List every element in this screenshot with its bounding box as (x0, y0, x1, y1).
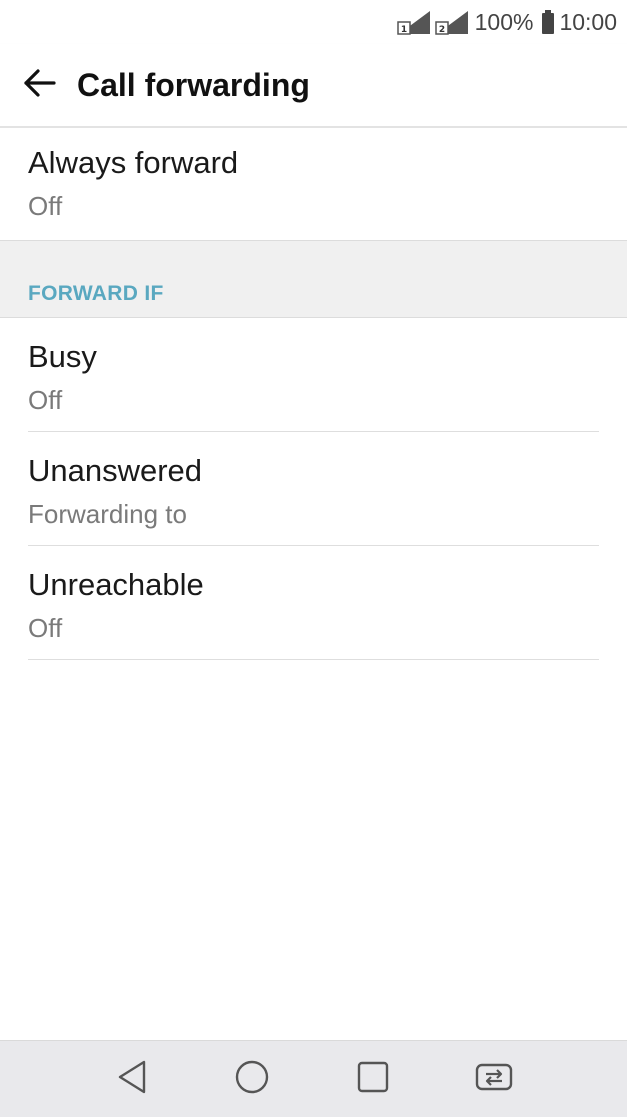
nav-recents-button[interactable] (353, 1059, 393, 1099)
item-title: Busy (28, 339, 97, 374)
unanswered-item[interactable]: Unanswered Forwarding to (0, 432, 627, 546)
nav-dual-window-button[interactable] (474, 1059, 514, 1099)
back-button[interactable] (18, 64, 60, 106)
battery-icon (541, 9, 555, 35)
item-title: Unanswered (28, 453, 203, 488)
status-icons: 1 2 100% 10:00 (396, 6, 617, 38)
busy-item[interactable]: Busy Off (0, 318, 627, 432)
item-status: Off (28, 385, 63, 415)
home-circle-icon (234, 1059, 270, 1100)
navigation-bar (0, 1040, 627, 1117)
svg-text:2: 2 (438, 25, 444, 35)
item-status: Off (28, 191, 63, 221)
sim2-signal-icon: 2 (434, 9, 469, 35)
item-status: Off (28, 613, 63, 643)
app-bar: Call forwarding (0, 44, 627, 128)
settings-list: Always forward Off FORWARD IF Busy Off U… (0, 128, 627, 660)
unreachable-item[interactable]: Unreachable Off (0, 546, 627, 660)
section-label: FORWARD IF (28, 282, 164, 305)
section-header: FORWARD IF (0, 240, 627, 318)
back-arrow-icon (22, 68, 56, 103)
recents-square-icon (355, 1059, 391, 1100)
status-bar: 1 2 100% 10:00 (0, 0, 627, 44)
nav-back-button[interactable] (112, 1059, 152, 1099)
item-title: Unreachable (28, 567, 204, 602)
divider (28, 659, 599, 660)
page-title: Call forwarding (77, 67, 310, 103)
sim1-signal-icon: 1 (396, 9, 431, 35)
nav-home-button[interactable] (232, 1059, 272, 1099)
item-title: Always forward (28, 145, 239, 180)
back-triangle-icon (115, 1059, 149, 1100)
dual-window-icon (474, 1059, 514, 1100)
svg-text:1: 1 (400, 25, 406, 35)
item-status: Forwarding to (28, 499, 187, 529)
battery-percent: 100% (474, 9, 534, 35)
always-forward-item[interactable]: Always forward Off (0, 128, 627, 240)
clock: 10:00 (559, 9, 617, 35)
